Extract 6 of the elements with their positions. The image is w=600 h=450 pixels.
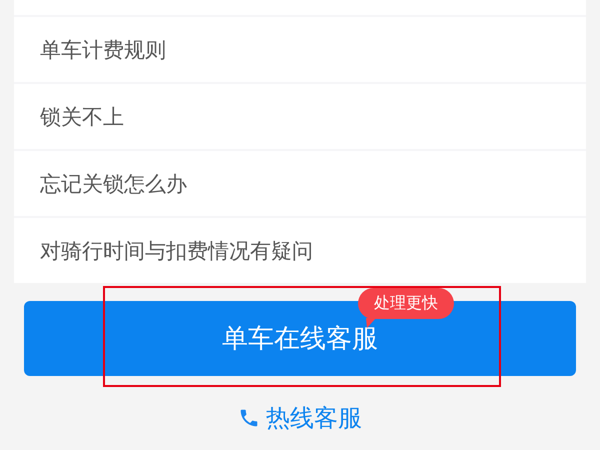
badge: 处理更快: [358, 288, 454, 319]
faq-item[interactable]: 忘记关锁怎么办: [14, 151, 586, 218]
faq-item[interactable]: 锁关不上: [14, 84, 586, 151]
faq-item[interactable]: 单车计费规则: [14, 17, 586, 84]
faq-item[interactable]: 对骑行时间与扣费情况有疑问: [14, 218, 586, 283]
badge-pointer-icon: [366, 318, 376, 328]
